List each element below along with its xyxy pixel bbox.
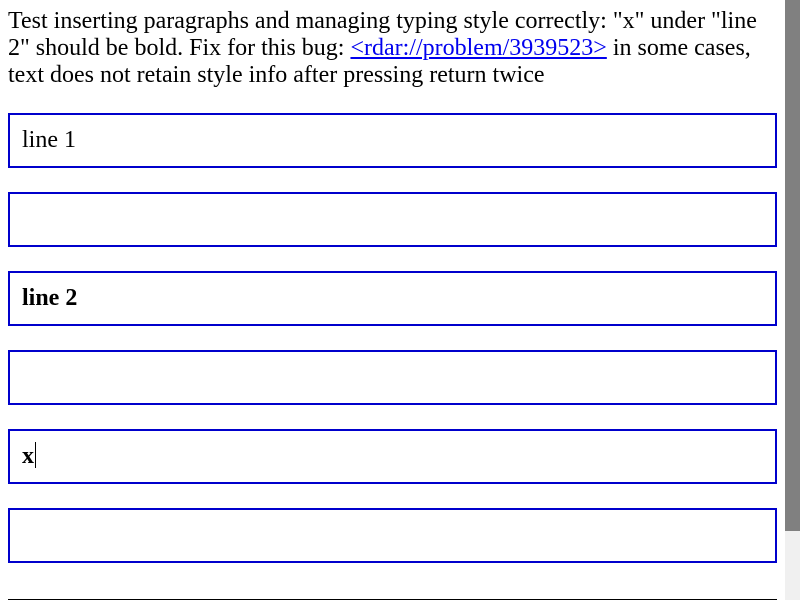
block-text-line-1: line 1 — [22, 127, 76, 153]
bug-link[interactable]: <rdar://problem/3939523> — [350, 35, 606, 61]
editable-block-5[interactable]: x — [8, 429, 777, 484]
text-caret — [35, 442, 36, 469]
test-description: Test inserting paragraphs and managing t… — [8, 8, 778, 89]
scrollbar-thumb[interactable] — [785, 0, 800, 531]
block-text-line-2: line 2 — [22, 285, 78, 311]
page-content: Test inserting paragraphs and managing t… — [8, 8, 778, 587]
editable-block-1[interactable]: line 1 — [8, 113, 777, 168]
editable-block-2[interactable] — [8, 192, 777, 247]
editable-block-3[interactable]: line 2 — [8, 271, 777, 326]
editable-block-6[interactable] — [8, 508, 777, 563]
editable-block-4[interactable] — [8, 350, 777, 405]
vertical-scrollbar[interactable] — [785, 0, 800, 600]
block-text-x: x — [22, 443, 34, 469]
